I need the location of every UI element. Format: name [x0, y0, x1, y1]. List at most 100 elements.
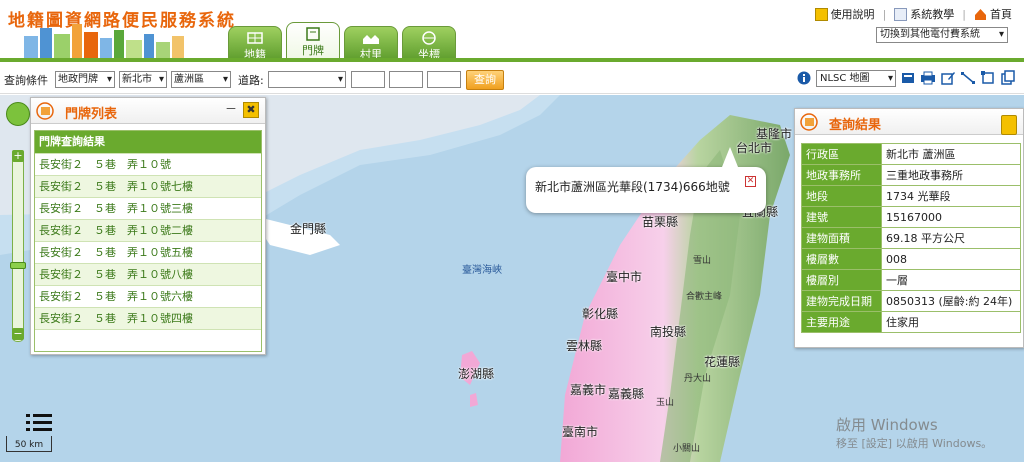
result-key: 地段 [801, 185, 882, 207]
zoom-slider-handle[interactable] [10, 262, 26, 269]
home-link-label: 首頁 [990, 8, 1012, 21]
popup-pointer [722, 147, 738, 167]
list-minimize-button[interactable]: － [225, 100, 237, 117]
map-label-kinmen: 金門縣 [290, 222, 327, 236]
result-value: 0850313 (屋齡:約 24年) [881, 290, 1021, 312]
watermark-line2: 移至 [設定] 以啟用 Windows。 [836, 437, 993, 450]
list-item[interactable]: 長安街２ ５巷 弄１０號五樓 [35, 241, 261, 263]
table-row: 地段 1734 光華段 [801, 185, 1021, 207]
list-item[interactable]: 長安街２ ５巷 弄１０號 [35, 153, 261, 175]
table-row: 地政事務所 三重地政事務所 [801, 164, 1021, 186]
map-label-chiayi-county: 嘉義縣 [608, 387, 645, 401]
map-label-mt1: 雪山 [693, 256, 712, 266]
address-result-table: 門牌查詢結果 長安街２ ５巷 弄１０號 長安街２ ５巷 弄１０號七樓 長安街２ … [34, 130, 262, 352]
result-panel-toggle-icon[interactable] [1001, 115, 1017, 135]
tab-address[interactable]: 門牌 [286, 22, 340, 62]
result-table: 行政區 新北市 蘆洲區 地政事務所 三重地政事務所 地段 1734 光華段 建號 151… [801, 143, 1021, 333]
map-scale-bar: 50 km [6, 436, 52, 452]
table-row: 建物完成日期 0850313 (屋齡:約 24年) [801, 290, 1021, 312]
query-label: 查詢條件 [4, 74, 48, 87]
map-zoom-control: + − [6, 102, 30, 342]
popup-close-icon[interactable]: ✕ [745, 176, 756, 187]
table-row: 樓層別 一層 [801, 269, 1021, 291]
tab-coordinate[interactable]: 坐標 [402, 26, 456, 62]
list-item[interactable]: 長安街２ ５巷 弄１０號七樓 [35, 175, 261, 197]
help-link-label: 使用說明 [830, 8, 875, 21]
zoom-out-button[interactable]: − [12, 328, 24, 340]
map-label-mt3: 丹大山 [684, 374, 712, 384]
basemap-select[interactable]: NLSC 地圖 ▾ [816, 69, 896, 87]
tab-village[interactable]: 村里 [344, 26, 398, 62]
pan-control[interactable] [6, 102, 30, 126]
district-select[interactable]: 蘆洲區 [171, 71, 231, 88]
list-panel-title: 門牌列表 [65, 107, 118, 122]
list-item[interactable]: 長安街２ ５巷 弄１０號二樓 [35, 219, 261, 241]
result-value: 新北市 蘆洲區 [881, 143, 1021, 165]
list-item[interactable]: 長安街２ ５巷 弄１０號四樓 [35, 307, 261, 329]
globe-icon [422, 31, 436, 45]
city-select[interactable]: 新北市 [119, 71, 167, 88]
menu-icon[interactable] [26, 412, 52, 434]
result-key: 地政事務所 [801, 164, 882, 186]
result-panel-header: 查詢結果 [795, 109, 1023, 135]
result-panel-title: 查詢結果 [829, 118, 882, 133]
chevron-down-icon: ▾ [887, 72, 893, 84]
map-label-penghu: 澎湖縣 [458, 367, 495, 381]
result-value: 15167000 [881, 206, 1021, 228]
list-close-button[interactable]: ✖ [243, 102, 259, 118]
list-panel-header: 門牌列表 － ✖ [31, 98, 265, 124]
top-links: 使用說明 | 系統教學 | 首頁 [814, 6, 1012, 22]
home-link[interactable]: 首頁 [974, 6, 1012, 22]
houses-icon [363, 35, 379, 44]
layers-icon[interactable] [900, 70, 916, 86]
result-panel-icon [800, 113, 818, 131]
result-value: 008 [881, 248, 1021, 270]
map-label-taichung: 臺中市 [606, 270, 643, 284]
measure-line-icon[interactable] [960, 70, 976, 86]
table-row: 建號 15167000 [801, 206, 1021, 228]
tutorial-link[interactable]: 系統教學 [894, 6, 954, 22]
edit-icon[interactable] [940, 70, 956, 86]
map-label-miaoli: 苗栗縣 [642, 215, 679, 229]
lane-input[interactable] [351, 71, 385, 88]
switch-system-select[interactable]: 切換到其他電付費系統 ▾ [876, 27, 1008, 43]
header-divider [0, 58, 1024, 62]
map-label-hualien: 花蓮縣 [704, 355, 741, 369]
print-icon[interactable] [920, 70, 936, 86]
list-item[interactable]: 長安街２ ５巷 弄１０號八樓 [35, 263, 261, 285]
copy-icon[interactable] [1000, 70, 1016, 86]
result-key: 行政區 [801, 143, 882, 165]
city-skyline-logo [24, 24, 184, 58]
watermark-line1: 啟用 Windows [836, 416, 938, 434]
query-button[interactable]: 查詢 [466, 70, 504, 90]
map-label-mt4: 玉山 [656, 398, 675, 408]
switch-system-label: 切換到其他電付費系統 [880, 29, 980, 40]
result-key: 建物面積 [801, 227, 882, 249]
list-item[interactable]: 長安街２ ５巷 弄１０號六樓 [35, 285, 261, 307]
table-row: 主要用途 住家用 [801, 311, 1021, 333]
alley-input[interactable] [389, 71, 423, 88]
zoom-in-button[interactable]: + [12, 150, 24, 162]
query-result-panel: 查詢結果 行政區 新北市 蘆洲區 地政事務所 三重地政事務所 地段 1734 光華段 … [794, 108, 1024, 348]
header: 地籍圖資網路便民服務系統 地籍 門牌 村里 坐標 使用說明 | 系統教學 | 首… [0, 0, 1024, 62]
table-row: 行政區 新北市 蘆洲區 [801, 143, 1021, 165]
road-select[interactable] [268, 71, 346, 88]
number-input[interactable] [427, 71, 461, 88]
address-list-panel: 門牌列表 － ✖ 門牌查詢結果 長安街２ ５巷 弄１０號 長安街２ ５巷 弄１０… [30, 97, 266, 355]
map-label-nantou: 南投縣 [650, 325, 687, 339]
measure-area-icon[interactable] [980, 70, 996, 86]
result-key: 主要用途 [801, 311, 882, 333]
home-icon [975, 8, 986, 20]
result-key: 建號 [801, 206, 882, 228]
help-link[interactable]: 使用說明 [814, 6, 875, 22]
chevron-down-icon: ▾ [998, 29, 1004, 40]
map-label-tainan: 臺南市 [562, 425, 599, 439]
land-icon [247, 32, 263, 44]
zoom-slider-track[interactable] [12, 152, 24, 342]
list-item[interactable]: 長安街２ ５巷 弄１０號三樓 [35, 197, 261, 219]
info-icon[interactable] [796, 70, 812, 86]
list-item-empty [35, 329, 261, 351]
result-value: 一層 [881, 269, 1021, 291]
tab-land[interactable]: 地籍 [228, 26, 282, 62]
query-type-select[interactable]: 地政門牌 [55, 71, 115, 88]
